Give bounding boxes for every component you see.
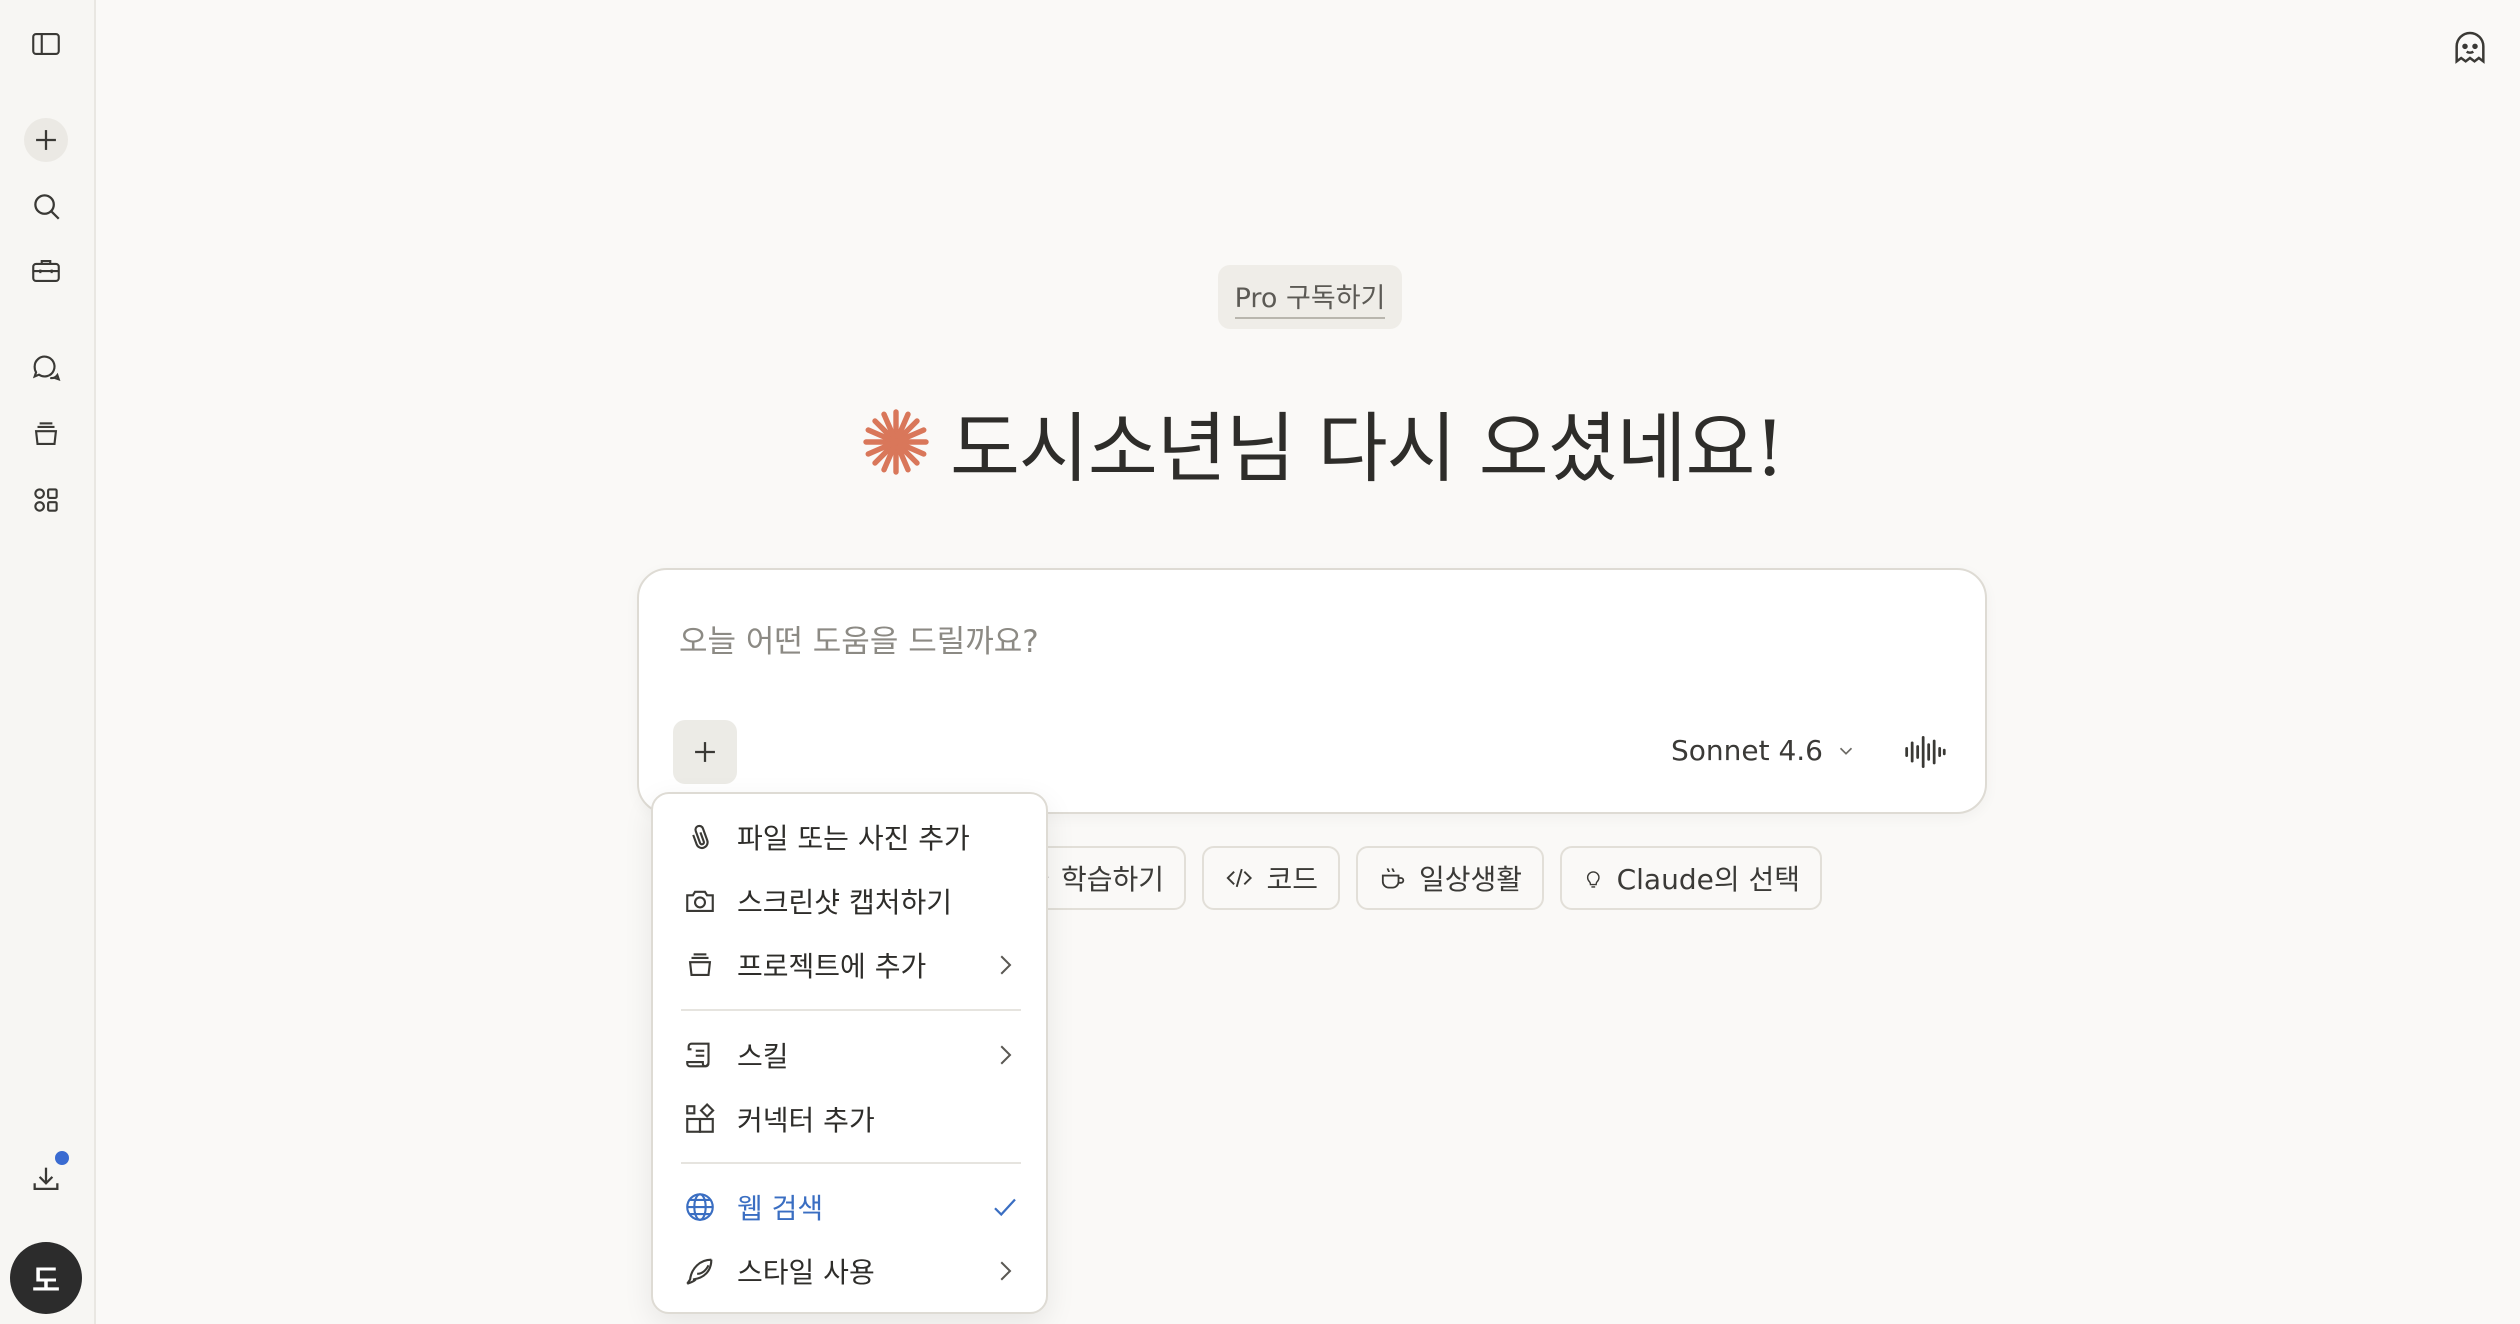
greeting: 도시소년님 다시 오셨네요! — [860, 392, 1785, 493]
claude-spark-icon — [863, 409, 929, 475]
chevron-right-icon — [1000, 1261, 1012, 1281]
attach-menu: 파일 또는 사진 추가 스크린샷 캡처하기 프로젝트에 추가 스킬 커넥터 추가… — [651, 792, 1048, 1314]
chats-button[interactable] — [22, 344, 70, 392]
chevron-down-icon — [1839, 747, 1853, 755]
pro-subscribe-label: Pro 구독하기 — [1234, 276, 1386, 319]
menu-item-label: 스킬 — [737, 1040, 789, 1073]
search-icon — [34, 194, 60, 220]
menu-item-label: 커넥터 추가 — [737, 1104, 875, 1137]
sidebar-toggle-icon — [32, 33, 60, 55]
globe-icon — [686, 1193, 714, 1221]
menu-item-label: 스타일 사용 — [737, 1256, 875, 1289]
voice-mode-icon[interactable] — [1903, 730, 1947, 774]
user-avatar[interactable]: 도 — [10, 1242, 82, 1314]
code-icon — [1226, 868, 1253, 888]
camera-icon — [686, 890, 714, 912]
greeting-title: 도시소년님 다시 오셨네요! — [950, 404, 1785, 493]
stack-icon — [34, 422, 58, 445]
menu-item-add-file[interactable]: 파일 또는 사진 추가 — [667, 808, 1034, 866]
chip-daily-life[interactable]: 일상생활 — [1356, 846, 1544, 910]
chip-label: 학습하기 — [1060, 863, 1164, 896]
connector-icon — [686, 1102, 715, 1133]
menu-divider — [681, 1162, 1021, 1164]
attach-menu-button[interactable] — [673, 720, 737, 784]
checkmark-icon — [994, 1198, 1016, 1217]
chevron-right-icon — [1000, 1045, 1012, 1065]
menu-item-use-style[interactable]: 스타일 사용 — [667, 1242, 1034, 1300]
search-button[interactable] — [22, 182, 70, 230]
chevron-right-icon — [1000, 955, 1012, 975]
skill-icon — [686, 1042, 710, 1068]
pro-subscribe-button[interactable]: Pro 구독하기 — [1218, 265, 1402, 329]
coffee-icon — [1381, 868, 1405, 889]
project-icon — [688, 953, 712, 976]
message-input[interactable]: 오늘 어떤 도움을 드릴까요? — [679, 616, 1039, 661]
chip-label: 일상생활 — [1418, 863, 1522, 896]
paperclip-icon — [692, 824, 709, 849]
new-chat-button[interactable] — [24, 118, 68, 162]
chat-bubbles-icon — [32, 355, 61, 382]
model-name: Sonnet 4.6 — [1670, 734, 1823, 767]
plus-icon — [36, 130, 56, 150]
toolbox-button[interactable] — [22, 247, 70, 295]
ghost-icon[interactable] — [2450, 28, 2490, 68]
menu-divider — [681, 1009, 1021, 1011]
menu-item-screenshot[interactable]: 스크린샷 캡처하기 — [667, 872, 1034, 930]
menu-item-label: 파일 또는 사진 추가 — [737, 822, 970, 855]
menu-item-label: 스크린샷 캡처하기 — [737, 886, 952, 919]
feather-icon — [686, 1258, 713, 1285]
plus-icon — [695, 742, 715, 762]
chip-learn[interactable]: 학습하기 — [1030, 846, 1186, 910]
projects-button[interactable] — [22, 410, 70, 458]
menu-item-skills[interactable]: 스킬 — [667, 1026, 1034, 1084]
model-selector[interactable]: Sonnet 4.6 — [1671, 734, 1857, 767]
chip-claude-pick[interactable]: Claude의 선택 — [1560, 846, 1822, 910]
shapes-icon — [34, 488, 58, 512]
sidebar: 도 — [0, 0, 96, 1324]
chip-label: 코드 — [1266, 863, 1318, 896]
menu-item-web-search[interactable]: 웹 검색 — [667, 1178, 1034, 1236]
chip-code[interactable]: 코드 — [1202, 846, 1340, 910]
chip-label: Claude의 선택 — [1616, 863, 1800, 896]
menu-item-add-to-project[interactable]: 프로젝트에 추가 — [667, 936, 1034, 994]
lightbulb-icon — [1587, 871, 1600, 888]
toggle-sidebar-button[interactable] — [22, 20, 70, 68]
menu-item-label: 웹 검색 — [737, 1192, 824, 1225]
notification-dot — [52, 1148, 72, 1168]
artifacts-button[interactable] — [22, 476, 70, 524]
briefcase-icon — [32, 260, 60, 282]
menu-item-add-connector[interactable]: 커넥터 추가 — [667, 1090, 1034, 1148]
menu-item-label: 프로젝트에 추가 — [737, 950, 927, 983]
message-composer[interactable]: 오늘 어떤 도움을 드릴까요? Sonnet 4.6 — [637, 568, 1987, 814]
